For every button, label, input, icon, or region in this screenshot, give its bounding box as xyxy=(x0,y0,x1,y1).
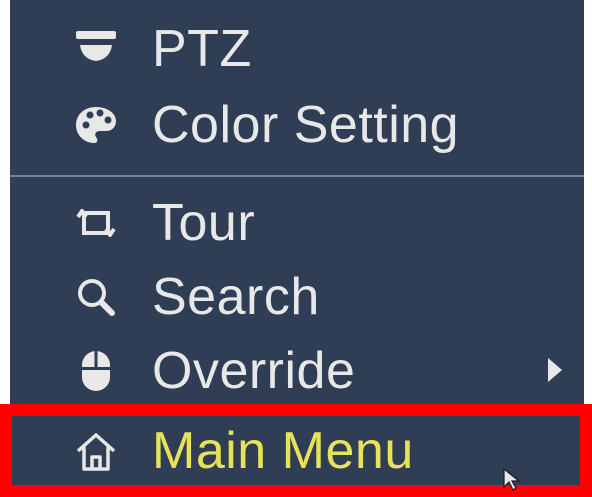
menu-item-label: Search xyxy=(152,268,320,326)
menu-item-override[interactable]: Override xyxy=(10,334,584,408)
menu-item-label: Main Menu xyxy=(152,422,414,480)
submenu-arrow-icon xyxy=(548,358,562,382)
menu-item-search[interactable]: Search xyxy=(10,260,584,334)
menu-item-label: PTZ xyxy=(152,20,252,78)
menu-item-label: Tour xyxy=(152,194,256,252)
home-icon xyxy=(72,427,120,475)
ptz-camera-icon xyxy=(72,25,120,73)
tour-icon xyxy=(72,199,120,247)
mouse-icon xyxy=(72,347,120,395)
menu-item-ptz[interactable]: PTZ xyxy=(10,12,584,86)
context-menu: PTZ Color Setting Tour Search Override M… xyxy=(0,0,592,497)
menu-item-label: Override xyxy=(152,342,356,400)
menu-item-color-setting[interactable]: Color Setting xyxy=(10,88,584,162)
mouse-cursor-icon xyxy=(502,467,524,496)
search-icon xyxy=(72,273,120,321)
palette-icon xyxy=(72,101,120,149)
menu-item-label: Color Setting xyxy=(152,96,460,154)
menu-item-main-menu[interactable]: Main Menu xyxy=(10,414,584,488)
menu-item-tour[interactable]: Tour xyxy=(10,186,584,260)
menu-divider xyxy=(10,175,584,177)
